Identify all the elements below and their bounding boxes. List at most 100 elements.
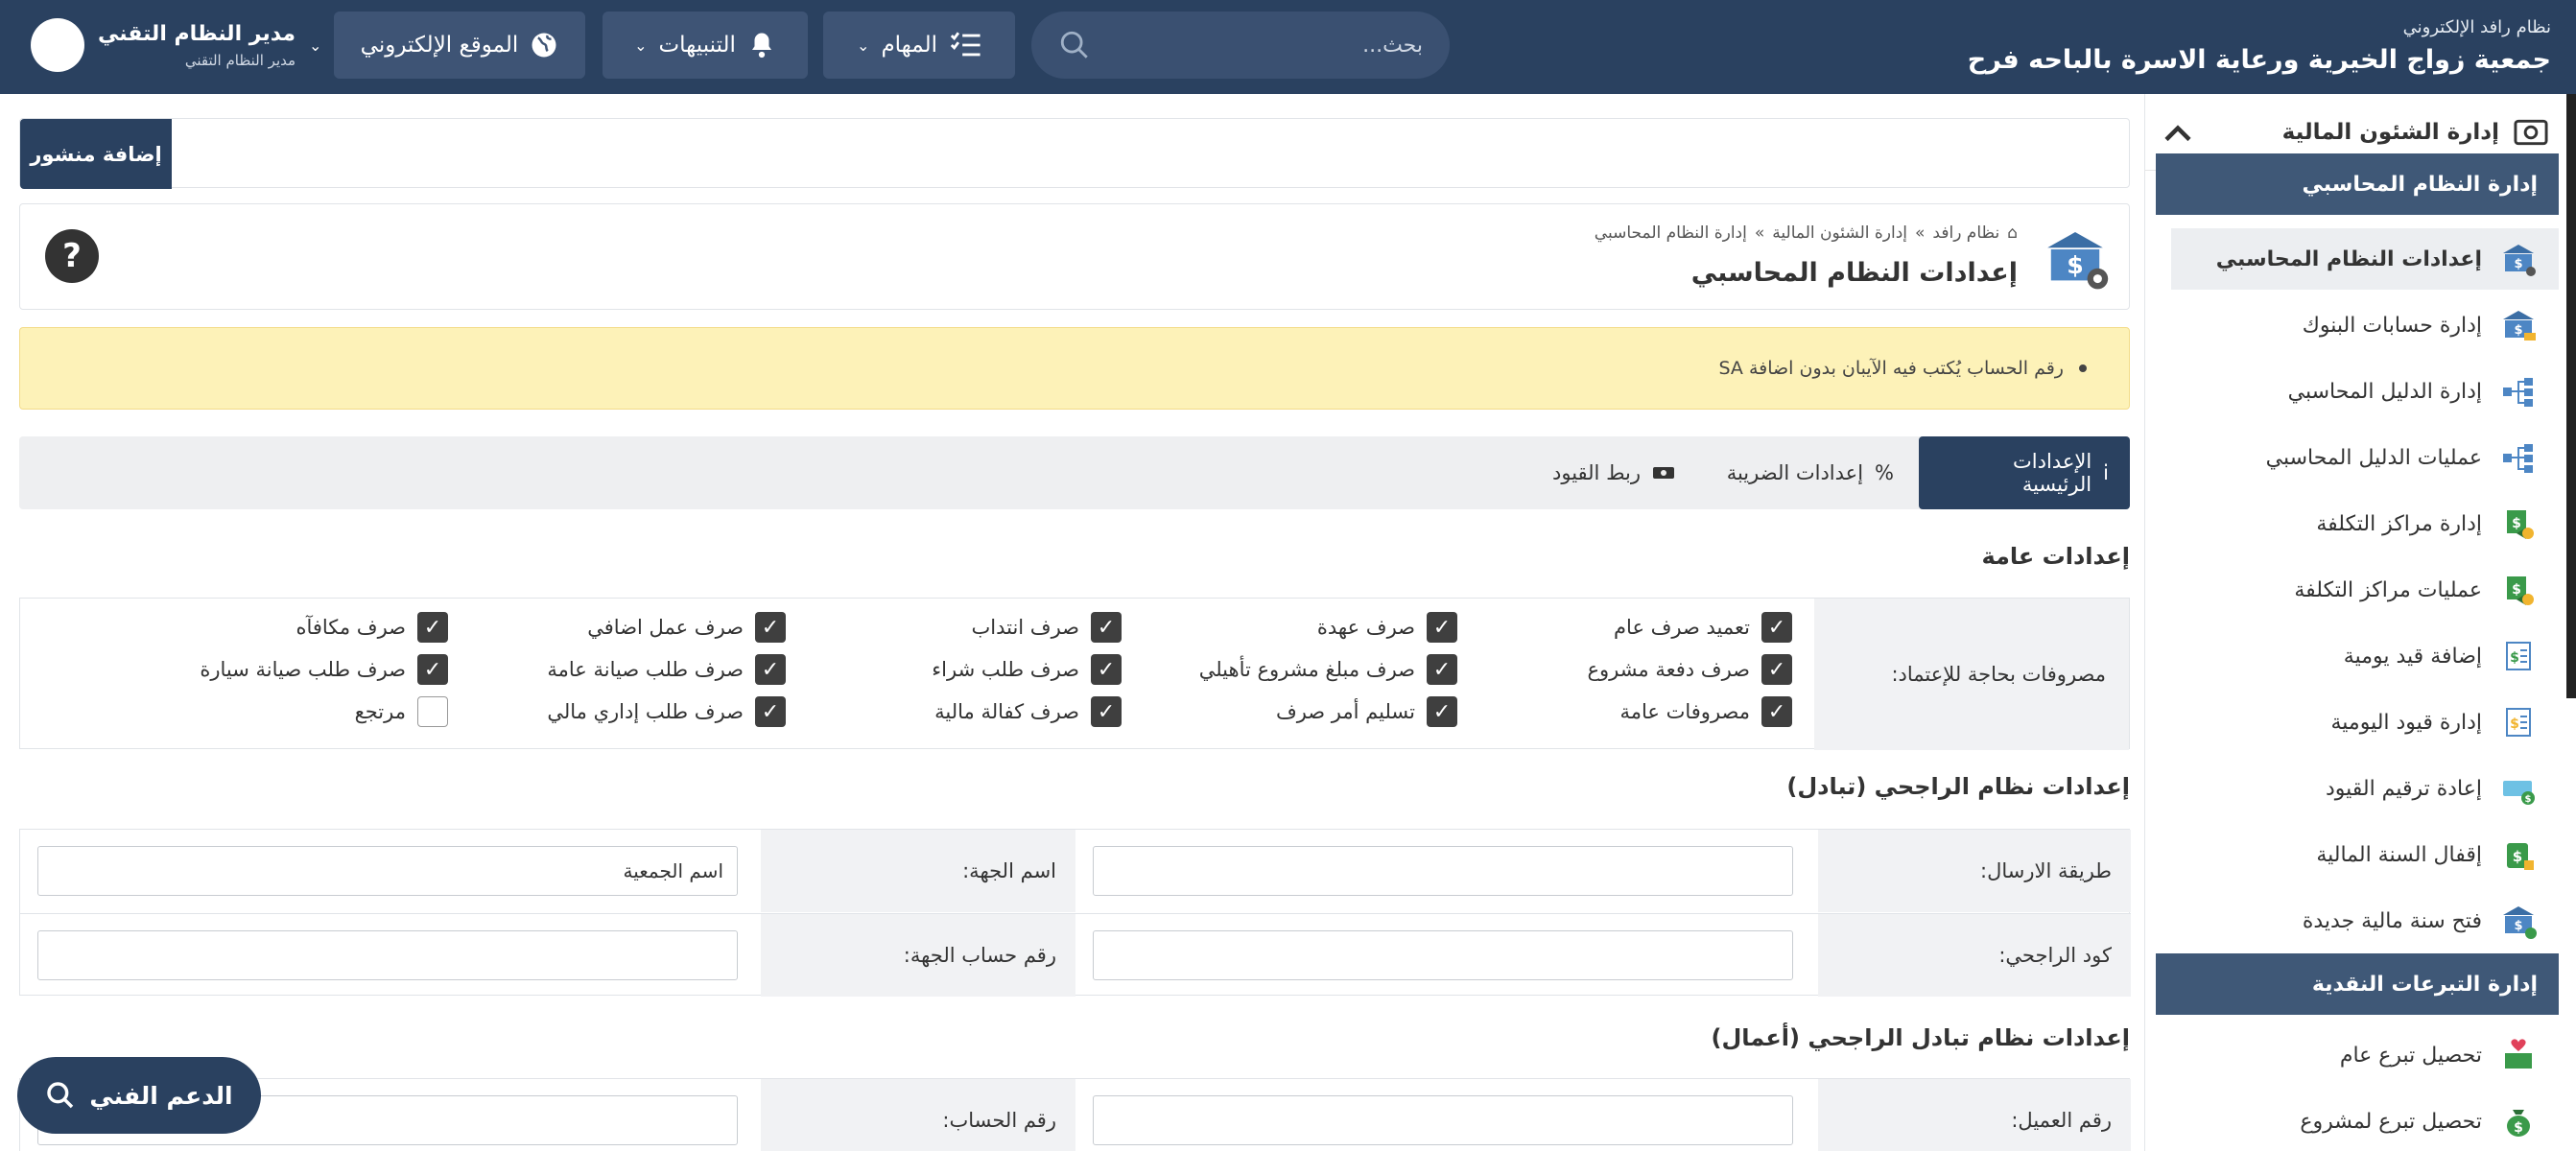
expense-checkbox[interactable]: ✓ صرف طلب صيانة عامة (547, 654, 786, 685)
search-bar[interactable]: بحث... (1031, 12, 1450, 79)
sidebar-section-accounting[interactable]: إدارة النظام المحاسبي (2156, 153, 2559, 215)
expense-checkbox[interactable]: ✓ صرف مكافآه (295, 612, 448, 643)
sidebar-item[interactable]: $ إعدادات النظام المحاسبي (2171, 228, 2559, 290)
section-title-rajhi: إعدادات نظام الراجحي (تبادل) (1786, 773, 2130, 800)
money-bag-icon: $ (2507, 1110, 2530, 1137)
sidebar-item[interactable]: $ إدارة حسابات البنوك (2171, 294, 2559, 356)
expense-checkbox[interactable]: ✓ صرف طلب شراء (932, 654, 1122, 685)
user-menu[interactable]: ⌄ مدير النظام التقني مدير النظام التقني (31, 12, 321, 79)
notifications-button[interactable]: التنبيهات ⌄ (603, 12, 808, 79)
sidebar-item-label: إضافة قيد يومية (2343, 644, 2482, 669)
breadcrumb: ⌂ نظام رافد » إدارة الشئون المالية » إدا… (1594, 223, 2018, 243)
tab-link-entries[interactable]: ربط القيود (1552, 436, 1675, 509)
checkbox[interactable]: ✓ (1091, 612, 1122, 643)
checkbox-label: صرف طلب صيانة سيارة (200, 658, 406, 681)
lock-year-icon: $ (2507, 843, 2534, 870)
donation-icon (2505, 1039, 2532, 1069)
info-icon: i (2103, 461, 2109, 484)
website-button[interactable]: الموقع الإلكتروني (334, 12, 585, 79)
sidebar-item-label: فتح سنة مالية جديدة (2302, 908, 2482, 933)
breadcrumb-item[interactable]: إدارة النظام المحاسبي (1595, 223, 1747, 243)
cost-center-icon: $ (2507, 510, 2534, 539)
expense-checkbox[interactable]: ✓ تعميد صرف عام (1614, 612, 1792, 643)
sidebar-item[interactable]: عمليات الدليل المحاسبي (2171, 427, 2559, 488)
org-name[interactable]: جمعية زواج الخيرية ورعاية الاسرة بالباحه… (1968, 45, 2551, 75)
section-title-rajhi-business: إعدادات نظام تبادل الراجحي (أعمال) (1711, 1024, 2131, 1051)
sidebar-item[interactable]: $ عمليات مراكز التكلفة (2171, 559, 2559, 621)
checkbox[interactable]: ✓ (417, 612, 448, 643)
sidebar-item[interactable]: إدارة الدليل المحاسبي (2171, 361, 2559, 422)
checkbox[interactable]: ✓ (1761, 654, 1792, 685)
form-row: كود الراجحي: رقم حساب الجهة: (20, 913, 2131, 997)
add-post-bar[interactable]: إضافة منشور (19, 118, 2130, 189)
expense-checkbox[interactable]: ✓ صرف عهدة (1317, 612, 1457, 643)
percent-icon: % (1875, 461, 1894, 484)
expense-checkbox[interactable]: ✓ صرف عمل اضافي (587, 612, 786, 643)
tab-main-settings[interactable]: i الإعدادات الرئيسية (1919, 436, 2130, 509)
svg-text:$: $ (2514, 1120, 2523, 1136)
breadcrumb-item[interactable]: نظام رافد (1932, 223, 1999, 243)
checkbox[interactable]: ✓ (755, 612, 786, 643)
entity-name-label: اسم الجهة: (761, 830, 1075, 912)
sidebar-item[interactable]: $ تحصيل تبرع لمشروع (2171, 1091, 2559, 1151)
sidebar-item[interactable]: تحصيل تبرع عام (2171, 1024, 2559, 1086)
support-button[interactable]: الدعم الفني (17, 1057, 261, 1134)
checkbox[interactable]: ✓ (1761, 612, 1792, 643)
expense-checkbox[interactable]: ✓ صرف طلب إداري مالي (547, 696, 786, 727)
entity-account-input[interactable] (37, 930, 738, 980)
chevron-up-icon[interactable] (2163, 122, 2192, 143)
home-icon[interactable]: ⌂ (2007, 223, 2018, 243)
sidebar-item-label: تحصيل تبرع عام (2339, 1043, 2482, 1068)
tab-tax-settings[interactable]: % إعدادات الضريبة (1727, 436, 1894, 509)
account-number-label: رقم الحساب: (761, 1079, 1075, 1151)
journal-icon: $ (2506, 708, 2531, 737)
entity-name-input[interactable]: اسم الجمعية (37, 846, 738, 896)
sidebar-item[interactable]: $ إعادة ترقيم القيود (2171, 758, 2559, 819)
rajhi-code-input[interactable] (1093, 930, 1793, 980)
checkbox-label: مرتجع (354, 700, 406, 723)
checkbox[interactable]: ✓ (755, 696, 786, 727)
checkbox[interactable]: ✓ (1427, 612, 1457, 643)
checkbox-label: تسليم أمر صرف (1275, 700, 1415, 723)
checkbox[interactable]: ✓ (1427, 696, 1457, 727)
expense-checkbox[interactable]: ✓ تسليم أمر صرف (1276, 696, 1457, 727)
globe-icon (532, 33, 556, 58)
add-post-button[interactable]: إضافة منشور (20, 119, 172, 189)
client-number-label: رقم العميل: (1818, 1079, 2131, 1151)
help-icon[interactable]: ? (45, 229, 99, 283)
sidebar-item[interactable]: $ إضافة قيد يومية (2171, 625, 2559, 687)
svg-text:$: $ (2067, 251, 2084, 279)
sidebar-item[interactable]: $ إدارة مراكز التكلفة (2171, 493, 2559, 554)
bank-settings-icon: $ (2047, 232, 2109, 290)
sidebar-item[interactable]: $ إدارة قيود اليومية (2171, 692, 2559, 753)
sidebar-item[interactable]: $ فتح سنة مالية جديدة (2171, 890, 2559, 951)
sidebar-item[interactable]: $ إقفال السنة المالية (2171, 824, 2559, 885)
checkbox[interactable]: ✓ (1761, 696, 1792, 727)
expense-checkbox[interactable]: مرتجع (355, 696, 448, 727)
breadcrumb-item[interactable]: إدارة الشئون المالية (1772, 223, 1907, 243)
alert-text: رقم الحساب يُكتب فيه الآيبان بدون اضافة … (1718, 358, 2064, 379)
expense-checkbox[interactable]: ✓ صرف مبلغ مشروع تأهيلي (1199, 654, 1457, 685)
search-input[interactable]: بحث... (1362, 34, 1423, 58)
client-number-input[interactable] (1093, 1095, 1793, 1145)
expense-checkbox[interactable]: ✓ صرف دفعة مشروع (1587, 654, 1792, 685)
sidebar-item-label: تحصيل تبرع لمشروع (2300, 1109, 2482, 1134)
tasks-button[interactable]: المهام ⌄ (823, 12, 1015, 79)
sidebar-item-label: إدارة قيود اليومية (2330, 710, 2482, 735)
expense-checkbox[interactable]: ✓ مصروفات عامة (1619, 696, 1792, 727)
expense-checkbox[interactable]: ✓ صرف انتداب (971, 612, 1122, 643)
expense-checkbox[interactable]: ✓ صرف كفالة مالية (934, 696, 1122, 727)
form-row: رقم العميل: رقم الحساب: (20, 1079, 2131, 1151)
checkbox[interactable]: ✓ (1091, 654, 1122, 685)
expense-checkbox[interactable]: ✓ صرف طلب صيانة سيارة (200, 654, 448, 685)
send-method-input[interactable] (1093, 846, 1793, 896)
sidebar-module-title: إدارة الشئون المالية (2281, 119, 2499, 145)
checkbox[interactable] (417, 696, 448, 727)
checkbox[interactable]: ✓ (1091, 696, 1122, 727)
checkbox[interactable]: ✓ (417, 654, 448, 685)
checkbox[interactable]: ✓ (755, 654, 786, 685)
sidebar-scrollbar[interactable] (2566, 94, 2576, 698)
avatar[interactable] (31, 18, 84, 72)
sidebar-section-donations[interactable]: إدارة التبرعات النقدية (2156, 953, 2559, 1015)
checkbox[interactable]: ✓ (1427, 654, 1457, 685)
